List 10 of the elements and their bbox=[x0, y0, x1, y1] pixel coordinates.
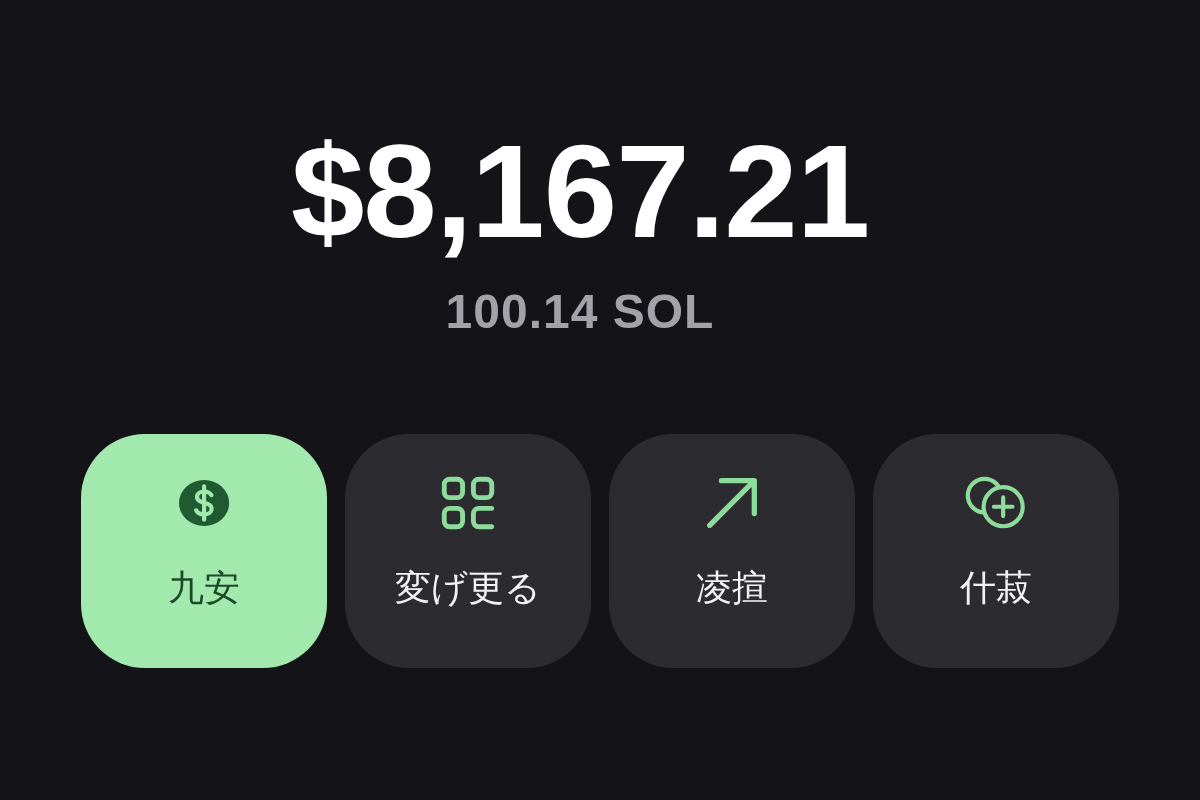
action-button[interactable]: 九安 bbox=[81, 434, 327, 668]
action-button[interactable]: 什菽 bbox=[873, 434, 1119, 668]
grid-icon bbox=[441, 476, 495, 530]
action-button[interactable]: 変げ更る bbox=[345, 434, 591, 668]
coins-plus-icon bbox=[965, 476, 1027, 530]
balance-amount: $8,167.21 bbox=[290, 126, 870, 258]
action-button[interactable]: 凌揎 bbox=[609, 434, 855, 668]
token-balance: 100.14 SOL bbox=[445, 288, 715, 336]
arrow-up-right-icon bbox=[705, 476, 759, 530]
dollar-coin-icon bbox=[178, 480, 230, 526]
